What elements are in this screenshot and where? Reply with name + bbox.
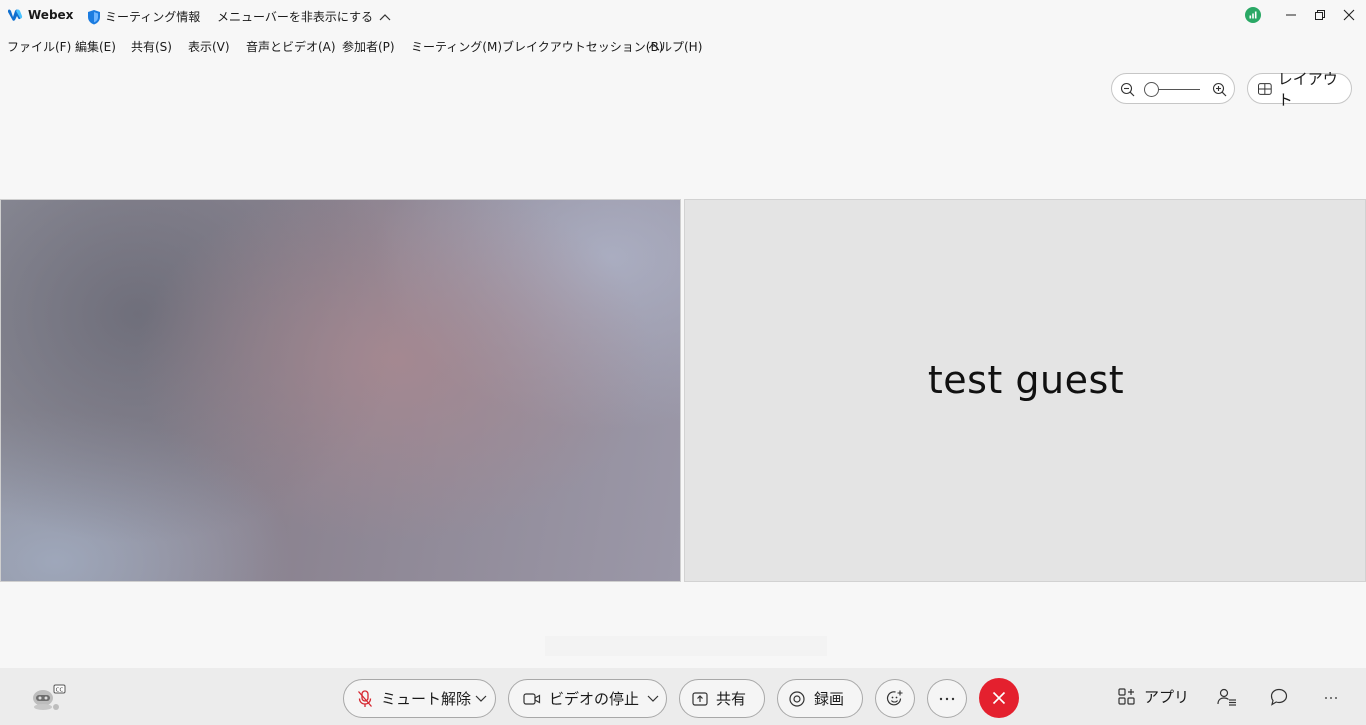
- menu-breakout[interactable]: ブレイクアウトセッション(B): [502, 38, 663, 55]
- webex-logo-icon: [8, 9, 23, 21]
- more-icon: [939, 697, 955, 700]
- caption-area: [545, 636, 827, 656]
- more-panels-button[interactable]: [1324, 696, 1338, 700]
- layout-grid-icon: [1258, 82, 1272, 95]
- share-button[interactable]: 共有: [679, 679, 765, 718]
- minimize-button[interactable]: [1280, 5, 1302, 25]
- robot-cc-icon: CC: [33, 684, 66, 710]
- zoom-out-icon[interactable]: [1120, 82, 1135, 97]
- menu-help[interactable]: ヘルプ(H): [648, 38, 702, 55]
- menu-participants[interactable]: 参加者(P): [342, 38, 395, 55]
- self-video-tile[interactable]: [0, 199, 681, 582]
- participant-name: test guest: [927, 358, 1125, 402]
- menu-view[interactable]: 表示(V): [188, 38, 230, 55]
- zoom-in-icon[interactable]: [1212, 82, 1227, 97]
- shield-icon: [88, 9, 100, 24]
- apps-label: アプリ: [1144, 688, 1190, 706]
- ai-assistant-button[interactable]: CC: [30, 684, 68, 716]
- apps-button[interactable]: アプリ: [1118, 686, 1189, 707]
- apps-grid-icon: [1118, 687, 1135, 705]
- unmute-button[interactable]: ミュート解除: [343, 679, 496, 718]
- zoom-control: [1111, 73, 1235, 104]
- reactions-button[interactable]: [875, 679, 915, 718]
- close-icon: [992, 691, 1006, 705]
- menu-audio-video[interactable]: 音声とビデオ(A): [246, 38, 336, 55]
- menu-share[interactable]: 共有(S): [131, 38, 172, 55]
- participant-tile[interactable]: test guest: [684, 199, 1366, 582]
- menu-file[interactable]: ファイル(F): [7, 38, 71, 55]
- chat-bubble-icon: [1270, 688, 1288, 706]
- app-name: Webex: [28, 8, 74, 22]
- layout-label: レイアウト: [1277, 69, 1338, 109]
- layout-button[interactable]: レイアウト: [1247, 70, 1352, 109]
- chevron-up-icon: [379, 13, 391, 20]
- zoom-slider-track[interactable]: [1152, 89, 1200, 90]
- unmute-label: ミュート解除: [381, 690, 472, 708]
- more-options-button[interactable]: [927, 679, 967, 718]
- title-bar: Webex ミーティング情報 メニューバーを非表示にする: [0, 0, 1366, 32]
- stop-video-label: ビデオの停止: [549, 690, 640, 708]
- chat-panel-button[interactable]: [1270, 688, 1288, 706]
- svg-text:CC: CC: [56, 688, 64, 694]
- microphone-muted-icon: [358, 689, 372, 707]
- zoom-slider-handle[interactable]: [1144, 82, 1159, 97]
- close-icon: [1343, 9, 1355, 21]
- menu-meeting[interactable]: ミーティング(M): [411, 38, 502, 55]
- restore-button[interactable]: [1309, 5, 1331, 25]
- minimize-icon: [1286, 14, 1296, 16]
- menu-edit[interactable]: 編集(E): [75, 38, 116, 55]
- record-label: 録画: [814, 690, 845, 708]
- video-camera-icon: [523, 692, 541, 705]
- meeting-info-label: ミーティング情報: [105, 10, 201, 24]
- network-status-icon[interactable]: [1242, 5, 1264, 25]
- chevron-down-icon[interactable]: [647, 695, 659, 703]
- record-icon: [789, 690, 805, 707]
- hide-menubar-label: メニューバーを非表示にする: [217, 10, 374, 24]
- close-button[interactable]: [1338, 5, 1360, 25]
- app-logo: Webex: [7, 8, 73, 22]
- more-icon: [1325, 697, 1337, 699]
- signal-icon: [1245, 7, 1261, 23]
- share-label: 共有: [716, 690, 747, 708]
- restore-icon: [1315, 10, 1325, 20]
- hide-menubar-button[interactable]: メニューバーを非表示にする: [217, 8, 391, 25]
- share-screen-icon: [692, 691, 708, 706]
- meeting-info-button[interactable]: ミーティング情報: [87, 8, 200, 25]
- chevron-down-icon[interactable]: [475, 695, 487, 703]
- participants-panel-button[interactable]: [1217, 688, 1237, 706]
- emoji-add-icon: [886, 690, 903, 705]
- participants-list-icon: [1217, 688, 1236, 706]
- stop-video-button[interactable]: ビデオの停止: [508, 679, 667, 718]
- record-button[interactable]: 録画: [777, 679, 863, 718]
- leave-meeting-button[interactable]: [979, 678, 1019, 718]
